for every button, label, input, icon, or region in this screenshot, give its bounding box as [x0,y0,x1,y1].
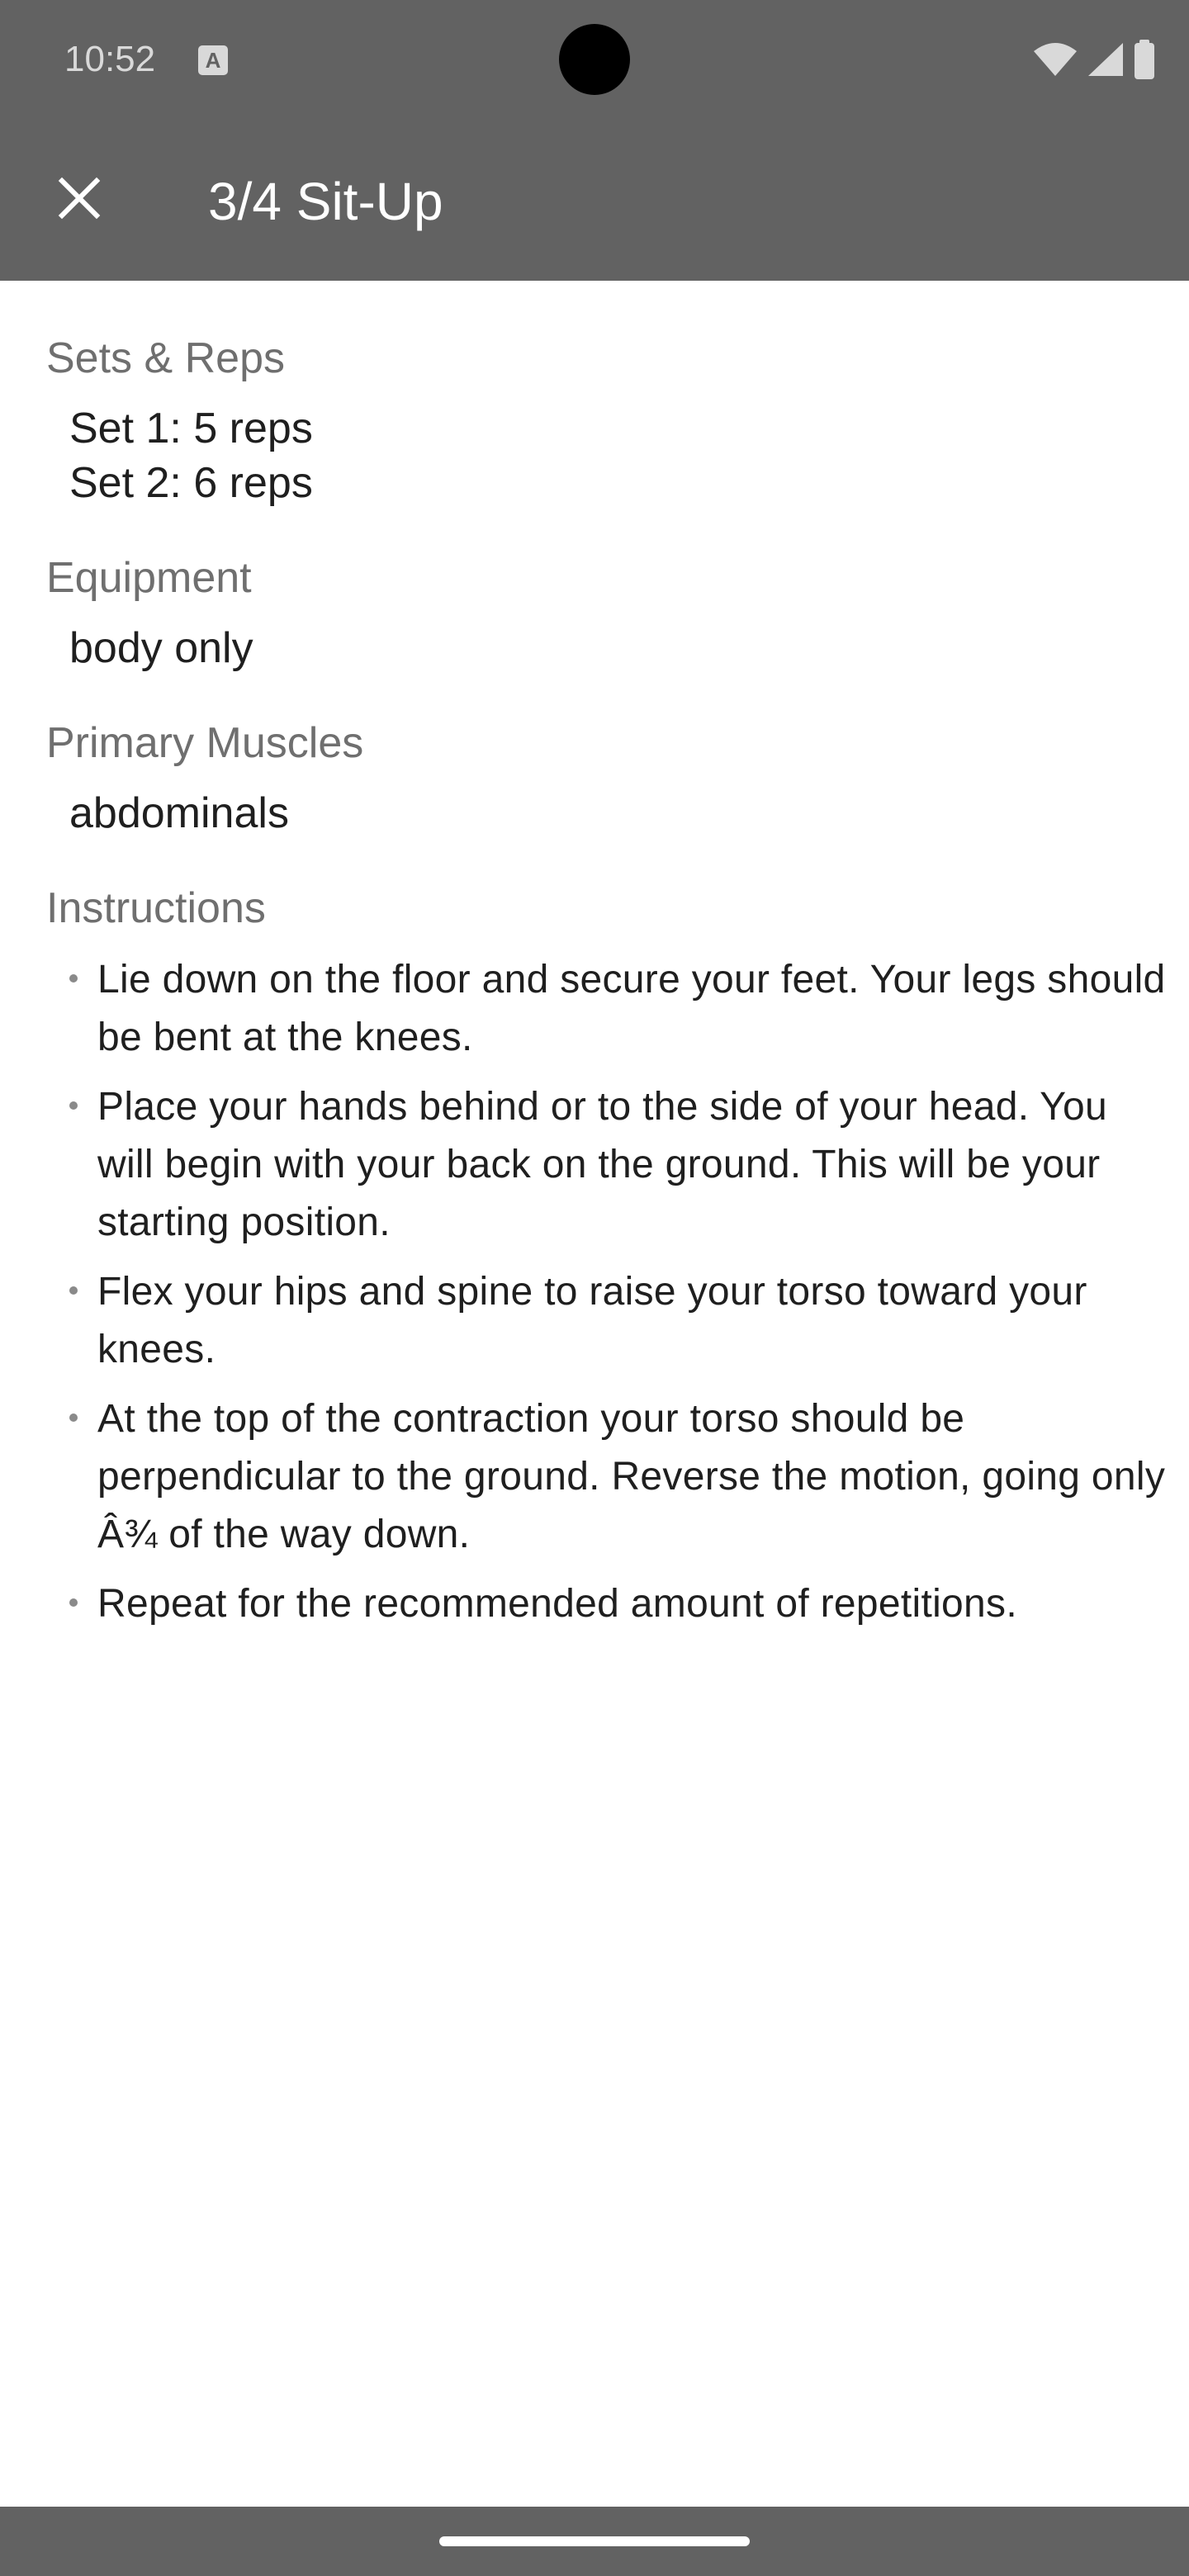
instruction-text: Place your hands behind or to the side o… [97,1085,1108,1244]
instruction-text: At the top of the contraction your torso… [97,1397,1166,1556]
camera-cutout [559,24,630,95]
instruction-text: Flex your hips and spine to raise your t… [97,1270,1087,1371]
primary-muscles-value: abdominals [69,789,289,837]
set-item: Set 2: 6 reps [69,459,313,507]
instruction-text: Repeat for the recommended amount of rep… [97,1582,1017,1626]
set-item: Set 1: 5 reps [69,405,313,452]
primary-muscles-label: Primary Muscles [46,719,364,767]
navigation-bar [0,2507,1189,2576]
bullet-dot [69,1286,78,1295]
bullet-dot [69,974,78,983]
app-header: 10:52 A 3/4 Sit-Up [0,0,1189,281]
bullet-dot [69,1101,78,1110]
close-icon [58,177,101,224]
home-gesture-handle[interactable] [439,2536,750,2546]
instruction-text: Lie down on the floor and secure your fe… [97,958,1166,1059]
instructions-label: Instructions [46,884,266,932]
bullet-dot [69,1413,78,1422]
battery-icon [1133,40,1156,79]
wifi-icon [1032,41,1078,78]
status-icons [1032,38,1156,81]
cellular-signal-icon [1087,41,1125,78]
equipment-label: Equipment [46,554,252,602]
status-bar: 10:52 A [0,0,1189,119]
close-button[interactable] [40,160,119,239]
page-title: 3/4 Sit-Up [208,172,443,231]
equipment-value: body only [69,624,253,672]
bullet-dot [69,1598,78,1607]
status-time: 10:52 [64,39,156,79]
sets-reps-label: Sets & Reps [46,334,286,382]
text-a-icon: A [198,45,228,75]
toolbar: 3/4 Sit-Up [0,119,1189,281]
